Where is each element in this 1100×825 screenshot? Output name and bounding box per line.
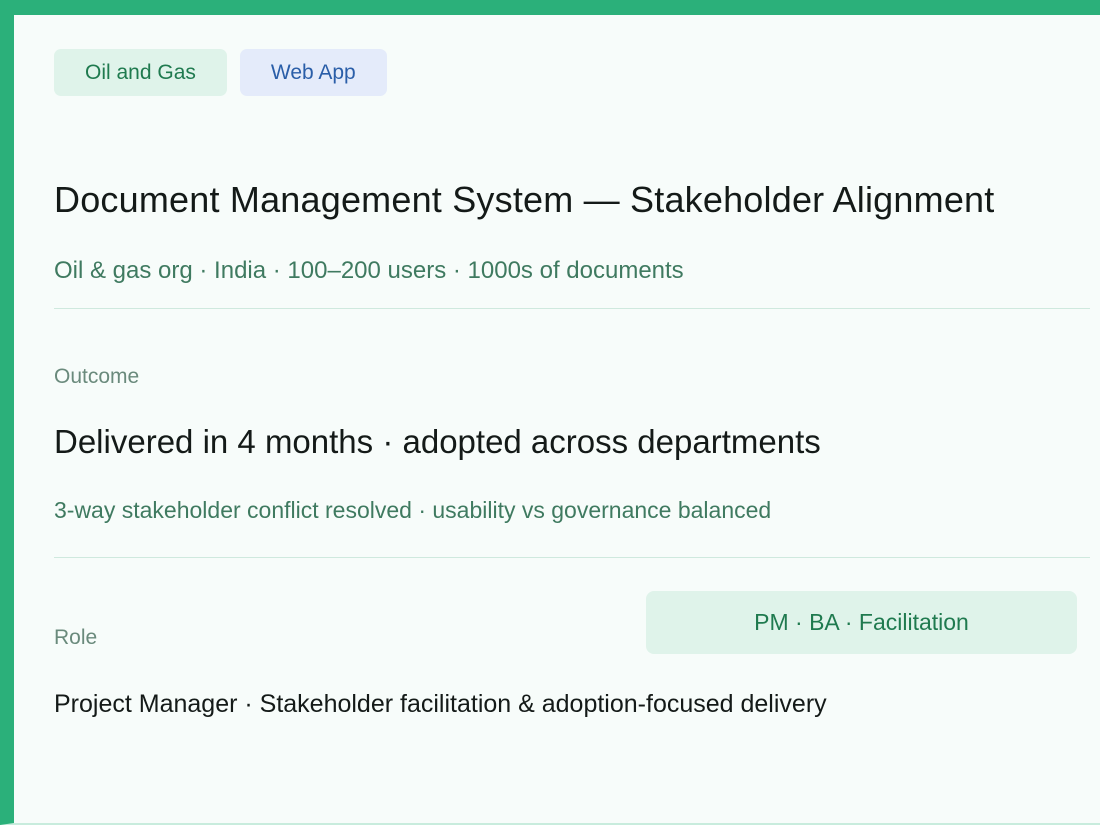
tag-list: Oil and Gas Web App [54,49,387,96]
outcome-headline: Delivered in 4 months · adopted across d… [54,423,821,460]
project-title: Document Management System — Stakeholder… [54,179,995,220]
role-badge: PM · BA · Facilitation [646,591,1077,654]
divider [54,557,1090,558]
role-label: Role [54,626,98,649]
project-card: Oil and Gas Web App Document Management … [0,0,1100,825]
role-detail: Project Manager · Stakeholder facilitati… [54,690,827,718]
project-subtitle: Oil & gas org · India · 100–200 users · … [54,257,684,284]
divider [54,308,1090,309]
industry-tag[interactable]: Oil and Gas [54,49,227,96]
project-type-tag[interactable]: Web App [239,49,387,96]
outcome-label: Outcome [54,365,140,388]
outcome-detail: 3-way stakeholder conflict resolved · us… [54,497,772,523]
